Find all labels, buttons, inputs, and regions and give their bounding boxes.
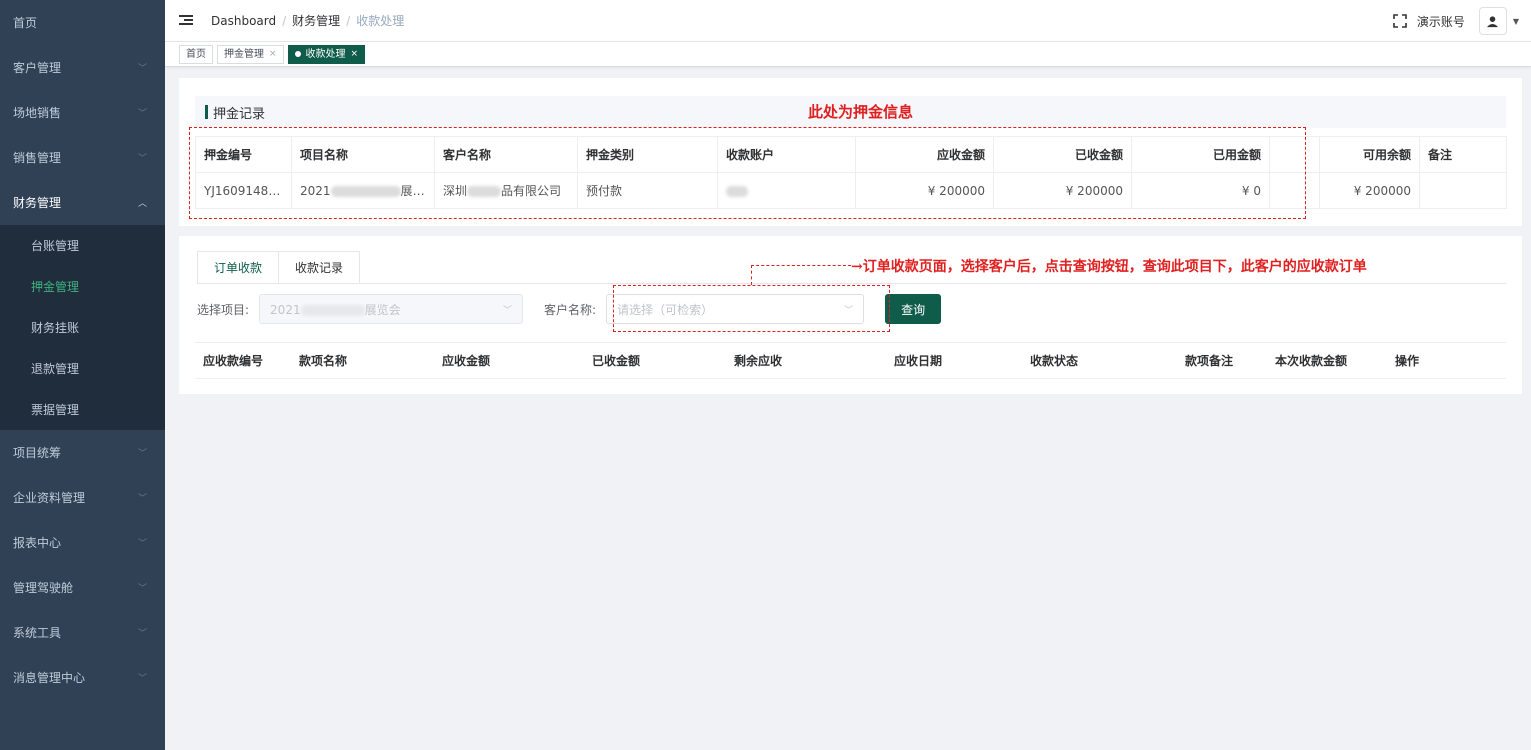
customer-label: 客户名称: [544, 302, 597, 317]
col-receivable-no: 应收款编号 [195, 342, 291, 379]
col-available: 可用余额 [1319, 136, 1420, 173]
project-select-value: 2021 展览会 [270, 302, 401, 317]
chevron-down-icon: ﹀ [137, 154, 147, 164]
account-name[interactable]: 演示账号 [1417, 13, 1465, 30]
menu-enterprise[interactable]: 企业资料管理 ﹀ [0, 475, 165, 520]
section-title: 押金记录 [213, 106, 266, 122]
breadcrumb-current: 收款处理 [356, 14, 405, 28]
menu-messages[interactable]: 消息管理中心 ﹀ [0, 655, 165, 700]
col-actions: 操作 [1387, 342, 1506, 379]
project-label: 选择项目: [197, 302, 250, 317]
chevron-down-icon: ﹀ [137, 494, 147, 504]
close-icon[interactable]: × [269, 46, 277, 63]
deposit-annotation-text: 此处为押金信息 [808, 103, 914, 121]
receivables-table-header: 应收款编号 款项名称 应收金额 已收金额 剩余应收 应收日期 收款状态 款项备注… [195, 342, 1506, 379]
menu-home[interactable]: 首页 [0, 0, 165, 45]
chevron-down-icon: ﹀ [137, 539, 147, 549]
menu-project[interactable]: 项目统筹 ﹀ [0, 430, 165, 475]
close-icon[interactable]: × [351, 46, 359, 63]
top-navbar: Dashboard / 财务管理 / 收款处理 演示账号 ▼ [165, 0, 1531, 42]
tags-view: 首页 押金管理 × 收款处理 × [165, 42, 1531, 67]
chevron-down-icon: ﹀ [137, 449, 147, 459]
query-button[interactable]: 查询 [885, 294, 942, 324]
submenu-ledger[interactable]: 台账管理 [0, 225, 165, 266]
customer-annotation-box [613, 285, 890, 332]
menu-venue-sales[interactable]: 场地销售 ﹀ [0, 90, 165, 135]
breadcrumb-finance: 财务管理 [292, 14, 341, 28]
col-item-remark: 款项备注 [1177, 342, 1267, 379]
submenu-refund[interactable]: 退款管理 [0, 348, 165, 389]
chevron-down-icon: ﹀ [137, 584, 147, 594]
menu-customer[interactable]: 客户管理 ﹀ [0, 45, 165, 90]
user-icon [1487, 15, 1499, 27]
hamburger-icon[interactable] [179, 15, 193, 26]
menu-reports[interactable]: 报表中心 ﹀ [0, 520, 165, 565]
deposit-annotation-box [189, 127, 1306, 219]
avatar[interactable] [1478, 7, 1507, 35]
annotation-connector-horizontal [751, 265, 851, 266]
col-remark: 备注 [1419, 136, 1507, 173]
caret-down-icon[interactable]: ▼ [1513, 17, 1519, 26]
nav-right: 演示账号 ▼ [1393, 0, 1519, 42]
tag-deposit[interactable]: 押金管理 × [217, 44, 284, 64]
chevron-down-icon: ﹀ [137, 629, 147, 639]
finance-submenu: 台账管理 押金管理 财务挂账 退款管理 票据管理 [0, 225, 165, 430]
col-status: 收款状态 [1022, 342, 1177, 379]
col-due-date: 应收日期 [886, 342, 1022, 379]
chevron-down-icon: ﹀ [137, 64, 147, 74]
breadcrumb: Dashboard / 财务管理 / 收款处理 [211, 13, 405, 29]
section-bar [205, 105, 208, 119]
tag-receipt-processing[interactable]: 收款处理 × [287, 44, 366, 64]
cell-available: ¥ 200000 [1319, 172, 1420, 209]
receivables-table: 应收款编号 款项名称 应收金额 已收金额 剩余应收 应收日期 收款状态 款项备注… [195, 342, 1506, 379]
project-select: 2021 展览会 ﹀ [259, 294, 524, 324]
col-amount-due: 应收金额 [434, 342, 584, 379]
col-current-amount: 本次收款金额 [1267, 342, 1387, 379]
chevron-up-icon: ︿ [137, 199, 147, 209]
sidebar: 首页 客户管理 ﹀ 场地销售 ﹀ 销售管理 ﹀ 财务管理 ︿ 台账管理 押金管理 财务挂… [0, 0, 165, 750]
submenu-finance-pending[interactable]: 财务挂账 [0, 307, 165, 348]
active-dot-icon [294, 51, 301, 57]
menu-sales[interactable]: 销售管理 ﹀ [0, 135, 165, 180]
redacted-text [300, 304, 365, 316]
fullscreen-icon[interactable] [1393, 14, 1407, 28]
tabs-divider [197, 283, 1506, 284]
submenu-deposit[interactable]: 押金管理 [0, 266, 165, 307]
breadcrumb-dashboard[interactable]: Dashboard [211, 14, 276, 28]
tab-order-receipt[interactable]: 订单收款 [197, 251, 280, 284]
annotation-connector-vertical [751, 265, 752, 285]
col-remaining: 剩余应收 [726, 342, 886, 379]
chevron-down-icon: ﹀ [137, 674, 147, 684]
chevron-down-icon: ﹀ [137, 109, 147, 119]
menu-cockpit[interactable]: 管理驾驶舱 ﹀ [0, 565, 165, 610]
col-item-name: 款项名称 [291, 342, 434, 379]
submenu-invoice[interactable]: 票据管理 [0, 389, 165, 430]
tabs: 订单收款 收款记录 [197, 251, 361, 284]
col-amount-received: 已收金额 [584, 342, 726, 379]
menu-finance[interactable]: 财务管理 ︿ [0, 180, 165, 225]
chevron-down-icon: ﹀ [503, 305, 513, 316]
tab-receipt-records[interactable]: 收款记录 [279, 251, 361, 284]
cell-remark [1419, 172, 1507, 209]
menu-system-tools[interactable]: 系统工具 ﹀ [0, 610, 165, 655]
order-annotation-text: →订单收款页面，选择客户后，点击查询按钮，查询此项目下，此客户的应收款订单 [851, 259, 1367, 275]
tag-home[interactable]: 首页 [179, 44, 213, 64]
